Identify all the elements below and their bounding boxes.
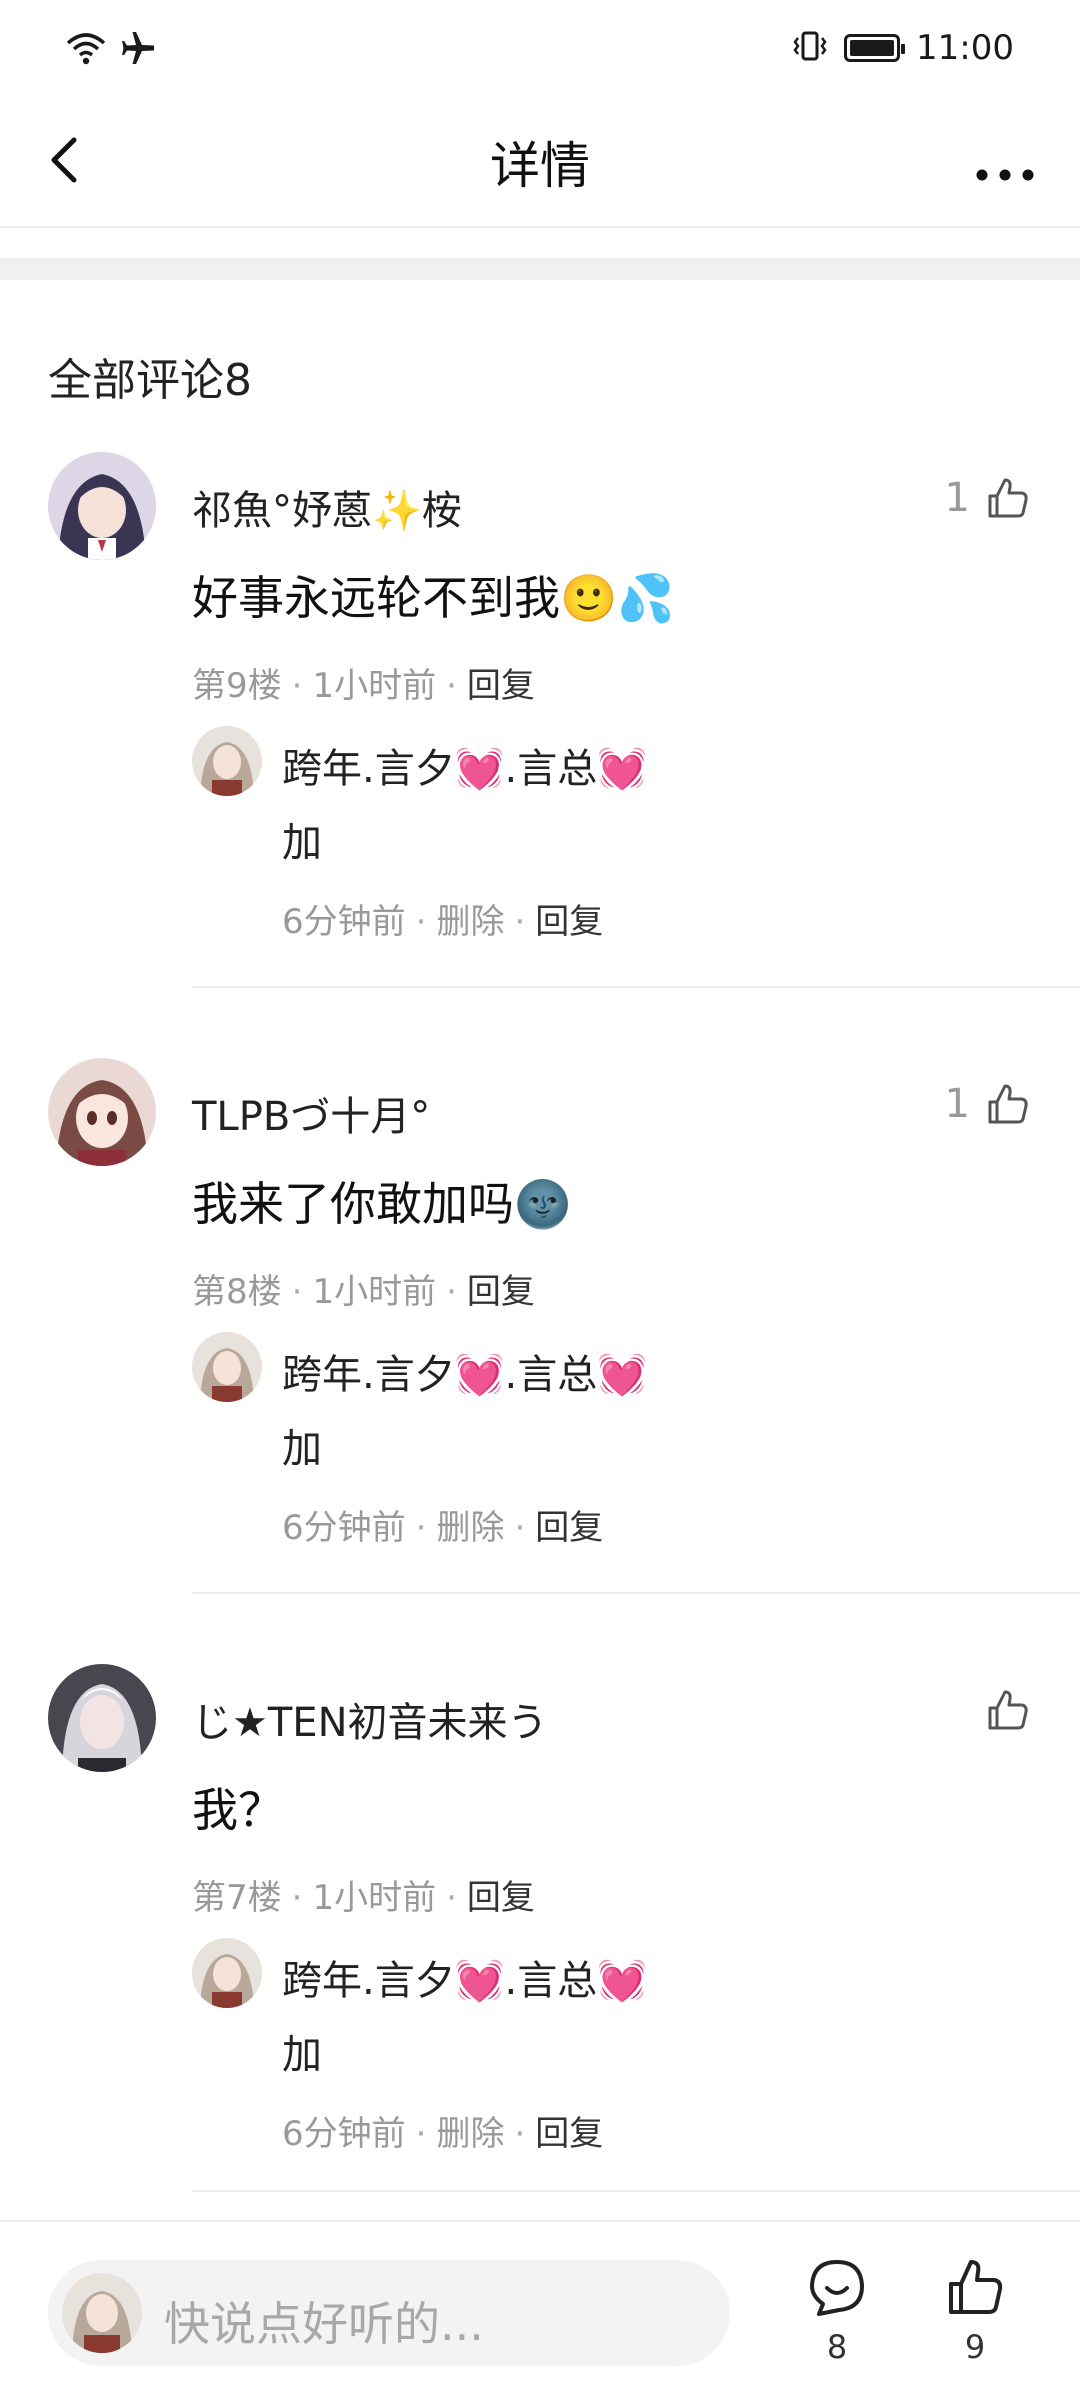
like-button[interactable]: 1 <box>945 474 1032 522</box>
section-separator <box>0 258 1080 280</box>
comment-count: 8 <box>826 2328 848 2366</box>
reply-link[interactable]: 回复 <box>535 2114 603 2154</box>
avatar[interactable] <box>48 1058 156 1166</box>
comment-button[interactable]: 8 <box>797 2256 877 2366</box>
comment-meta: 第8楼 · 1小时前 · 回复 <box>192 1272 535 1312</box>
comment-time: 1小时前 <box>312 1878 437 1918</box>
comment-author-name[interactable]: TLPBづ十月° <box>192 1084 430 1142</box>
top-nav-bar: 详情 <box>0 100 1080 228</box>
comment-bubble-icon <box>810 2260 864 2316</box>
reply-link[interactable]: 回复 <box>467 1878 535 1918</box>
reply-link[interactable]: 回复 <box>467 1272 535 1312</box>
reply-time: 6分钟前 <box>282 902 406 942</box>
reply-meta: 6分钟前 · 删除 · 回复 <box>282 1508 604 1548</box>
reply-author-name[interactable]: 跨年.言夕💓.言总💓 <box>282 1342 647 1400</box>
bottom-action-bar: 快说点好听的... 8 9 <box>0 2220 1080 2400</box>
delete-link[interactable]: 删除 <box>436 2114 504 2154</box>
floor-number: 第8楼 <box>192 1272 282 1312</box>
comment-meta: 第9楼 · 1小时前 · 回复 <box>192 666 535 706</box>
more-dots-icon <box>976 169 1034 181</box>
reply-text: 加 <box>282 2032 322 2078</box>
comment-author-name[interactable]: 祁魚°妤蒽✨桉 <box>192 478 462 536</box>
comment-text: 好事永远轮不到我🙂💦 <box>192 571 675 625</box>
reply-meta: 6分钟前 · 删除 · 回复 <box>282 2114 604 2154</box>
comment-author-name[interactable]: じ★TEN初音未来う <box>192 1690 548 1748</box>
comment-divider <box>192 986 1080 988</box>
reply-text: 加 <box>282 1426 322 1472</box>
reply-time: 6分钟前 <box>282 2114 406 2154</box>
battery-icon <box>844 34 906 62</box>
delete-link[interactable]: 删除 <box>436 1508 504 1548</box>
reply-meta: 6分钟前 · 删除 · 回复 <box>282 902 604 942</box>
status-time: 11:00 <box>916 28 1014 68</box>
page-title: 详情 <box>490 137 590 195</box>
reply-link[interactable]: 回复 <box>535 902 603 942</box>
like-count: 1 <box>944 475 970 521</box>
more-button[interactable] <box>960 120 1050 200</box>
reply-link[interactable]: 回复 <box>535 1508 603 1548</box>
thumbs-up-icon <box>988 478 1028 518</box>
like-button[interactable]: 1 <box>945 1080 1032 1128</box>
comment-text: 我？ <box>192 1783 284 1837</box>
delete-link[interactable]: 删除 <box>436 902 504 942</box>
avatar[interactable] <box>192 726 262 796</box>
avatar <box>62 2273 142 2353</box>
avatar[interactable] <box>48 452 156 560</box>
reply-time: 6分钟前 <box>282 1508 406 1548</box>
comment-input-placeholder: 快说点好听的... <box>164 2297 484 2351</box>
like-button[interactable] <box>970 1686 1032 1734</box>
thumbs-up-icon <box>988 1690 1028 1730</box>
reply-author-name[interactable]: 跨年.言夕💓.言总💓 <box>282 736 647 794</box>
avatar[interactable] <box>192 1938 262 2008</box>
airplane-icon <box>120 30 156 70</box>
floor-number: 第7楼 <box>192 1878 282 1918</box>
avatar[interactable] <box>192 1332 262 1402</box>
status-bar: 11:00 <box>0 0 1080 100</box>
comment-input[interactable]: 快说点好听的... <box>48 2260 730 2366</box>
comments-section-title: 全部评论8 <box>48 355 252 406</box>
avatar[interactable] <box>48 1664 156 1772</box>
like-count: 9 <box>964 2328 986 2366</box>
comment-time: 1小时前 <box>312 1272 437 1312</box>
like-post-button[interactable]: 9 <box>935 2256 1015 2366</box>
floor-number: 第9楼 <box>192 666 282 706</box>
comment-time: 1小时前 <box>312 666 437 706</box>
comment-meta: 第7楼 · 1小时前 · 回复 <box>192 1878 535 1918</box>
wifi-icon <box>66 31 106 69</box>
comment-text: 我来了你敢加吗🌚 <box>192 1177 572 1231</box>
thumbs-up-icon <box>988 1084 1028 1124</box>
thumbs-up-icon <box>949 2260 1003 2314</box>
reply-link[interactable]: 回复 <box>467 666 535 706</box>
reply-author-name[interactable]: 跨年.言夕💓.言总💓 <box>282 1948 647 2006</box>
comment-divider <box>192 2190 1080 2192</box>
detail-page: 11:00 详情 全部评论8 祁魚°妤蒽✨桉 1 好事永远轮不到我🙂💦 第9楼 … <box>0 0 1080 2400</box>
reply-text: 加 <box>282 820 322 866</box>
like-count: 1 <box>944 1081 970 1127</box>
vibrate-icon <box>792 30 828 66</box>
comment-divider <box>192 1592 1080 1594</box>
